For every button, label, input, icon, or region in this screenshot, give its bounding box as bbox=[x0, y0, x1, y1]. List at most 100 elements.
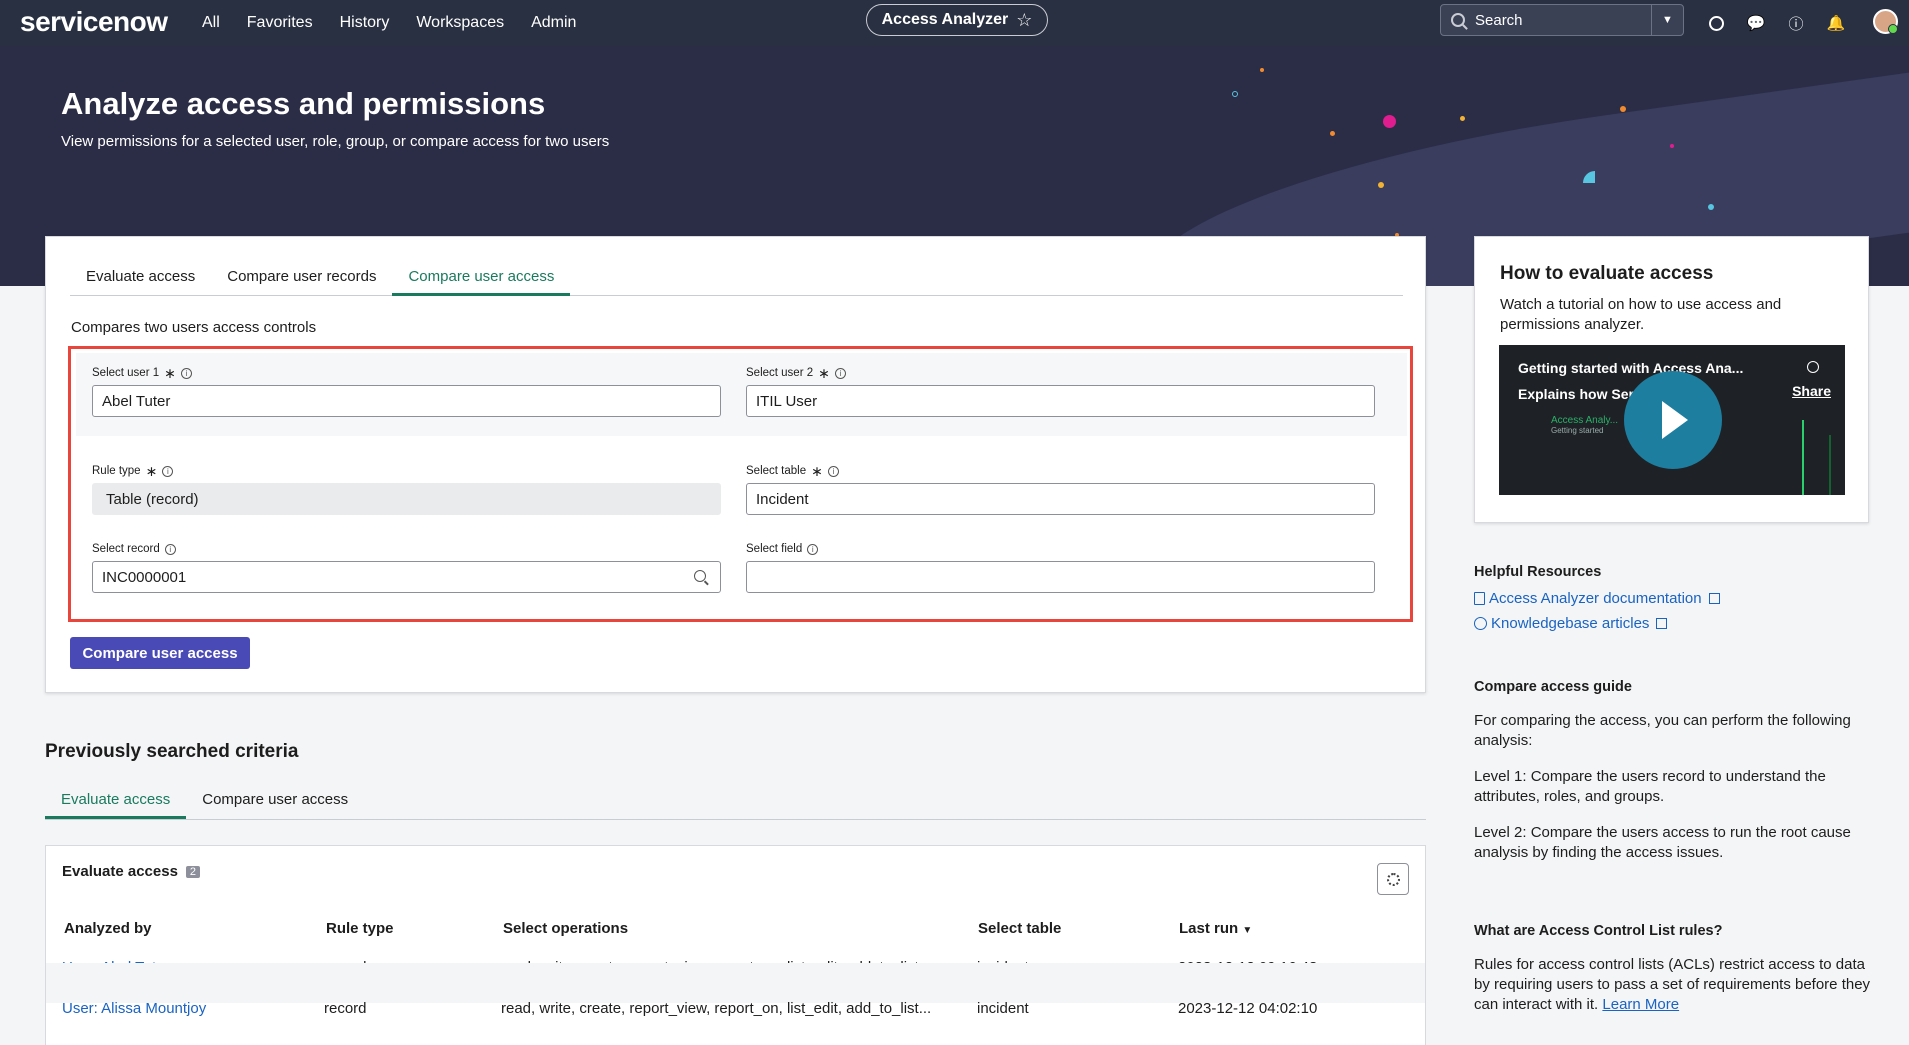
share-link[interactable]: Share bbox=[1792, 383, 1831, 399]
select-table-label: Select table bbox=[746, 465, 807, 477]
select-user1-input[interactable]: Abel Tuter bbox=[92, 385, 721, 417]
help-icon[interactable]: ⓘ bbox=[1785, 12, 1807, 34]
page-title: Analyze access and permissions bbox=[61, 86, 546, 121]
access-analyzer-doc-link[interactable]: Access Analyzer documentation bbox=[1474, 590, 1720, 607]
select-field-field: Select field i bbox=[746, 543, 1375, 593]
guide-level2: Level 2: Compare the users access to run… bbox=[1474, 824, 1851, 861]
highlighted-form-region: Select user 1 ∗ i Abel Tuter Select user 2… bbox=[68, 346, 1413, 622]
external-link-icon bbox=[1708, 593, 1720, 604]
select-user2-label: Select user 2 bbox=[746, 367, 814, 379]
tab-compare-user-records[interactable]: Compare user records bbox=[211, 263, 392, 296]
document-icon bbox=[1474, 592, 1485, 605]
table-row-2-rule-type: record bbox=[324, 1000, 367, 1017]
select-user2-field: Select user 2 ∗ i ITIL User bbox=[746, 366, 1375, 417]
info-icon[interactable]: i bbox=[162, 465, 174, 477]
table-row-2-last-run: 2023-12-12 04:02:10 bbox=[1178, 1000, 1318, 1017]
guide-level1: Level 1: Compare the users record to und… bbox=[1474, 768, 1826, 805]
tutorial-title: How to evaluate access bbox=[1500, 263, 1714, 284]
tab-prev-evaluate-access[interactable]: Evaluate access bbox=[45, 786, 187, 819]
acl-title: What are Access Control List rules? bbox=[1474, 923, 1723, 939]
column-header-rule-type[interactable]: Rule type bbox=[326, 920, 394, 937]
select-table-input[interactable]: Incident bbox=[746, 483, 1375, 515]
previous-searches-title: Previously searched criteria bbox=[45, 741, 299, 762]
helpful-resources-title: Helpful Resources bbox=[1474, 564, 1602, 580]
knowledgebase-link[interactable]: Knowledgebase articles bbox=[1474, 615, 1720, 632]
info-icon[interactable]: i bbox=[827, 465, 839, 477]
table-row bbox=[46, 963, 1425, 1003]
nav-admin[interactable]: Admin bbox=[531, 14, 576, 32]
table-row-2-analyzed-by[interactable]: User: Alissa Mountjoy bbox=[62, 1000, 206, 1017]
confetti-dot bbox=[1330, 131, 1335, 136]
tab-prev-compare-user-access[interactable]: Compare user access bbox=[186, 786, 364, 819]
app-name-chip[interactable]: Access Analyzer ☆ bbox=[866, 4, 1048, 36]
video-caption: Access Analy... bbox=[1551, 415, 1619, 426]
select-field-input[interactable] bbox=[746, 561, 1375, 593]
compare-user-access-button[interactable]: Compare user access bbox=[70, 637, 250, 669]
nav-history[interactable]: History bbox=[340, 14, 390, 32]
confetti-dot bbox=[1232, 91, 1238, 97]
global-search[interactable]: Search ▼ bbox=[1440, 4, 1684, 36]
knowledge-icon bbox=[1474, 617, 1487, 630]
tutorial-card: How to evaluate access Watch a tutorial … bbox=[1474, 236, 1869, 523]
record-search-icon[interactable] bbox=[694, 570, 706, 582]
confetti-dot bbox=[1708, 204, 1714, 210]
main-tabs: Evaluate access Compare user records Com… bbox=[70, 263, 1403, 296]
required-asterisk-icon: ∗ bbox=[164, 365, 176, 381]
rule-type-field: Rule type ∗ i Table (record) bbox=[92, 464, 721, 515]
kb-link-text: Knowledgebase articles bbox=[1491, 615, 1650, 632]
tutorial-video[interactable]: Getting started with Access Ana... Expla… bbox=[1499, 345, 1845, 495]
column-header-operations[interactable]: Select operations bbox=[503, 920, 628, 937]
user-avatar[interactable] bbox=[1873, 9, 1898, 34]
logo-text: servicenow bbox=[20, 6, 168, 37]
info-icon[interactable]: i bbox=[807, 543, 819, 555]
table-row-2-table: incident bbox=[977, 1000, 1029, 1017]
search-dropdown-button[interactable]: ▼ bbox=[1651, 5, 1683, 35]
select-user1-field: Select user 1 ∗ i Abel Tuter bbox=[92, 365, 721, 417]
nav-favorites[interactable]: Favorites bbox=[247, 14, 313, 32]
select-record-input[interactable]: INC0000001 bbox=[92, 561, 721, 593]
servicenow-logo[interactable]: servicenow bbox=[20, 6, 168, 38]
column-header-table[interactable]: Select table bbox=[978, 920, 1061, 937]
info-icon[interactable]: i bbox=[834, 367, 846, 379]
select-field-label: Select field bbox=[746, 543, 803, 555]
required-asterisk-icon: ∗ bbox=[811, 463, 823, 479]
select-user2-input[interactable]: ITIL User bbox=[746, 385, 1375, 417]
sort-desc-icon: ▼ bbox=[1242, 925, 1253, 936]
column-header-analyzed-by[interactable]: Analyzed by bbox=[64, 920, 152, 937]
last-run-label: Last run bbox=[1179, 920, 1239, 937]
rule-type-label: Rule type bbox=[92, 465, 141, 477]
tab-description: Compares two users access controls bbox=[71, 319, 317, 336]
table-row-2-operations: read, write, create, report_view, report… bbox=[501, 1000, 932, 1017]
confetti-dot bbox=[1670, 144, 1674, 148]
info-icon[interactable]: i bbox=[180, 367, 192, 379]
notifications-bell-icon[interactable]: 🔔 bbox=[1825, 12, 1847, 34]
compare-access-guide: Compare access guide For comparing the a… bbox=[1474, 679, 1879, 879]
share-icon[interactable] bbox=[1807, 361, 1819, 373]
confetti-dot bbox=[1378, 182, 1384, 188]
nav-workspaces[interactable]: Workspaces bbox=[416, 14, 504, 32]
nav-links: All Favorites History Workspaces Admin bbox=[202, 0, 603, 46]
chat-icon[interactable]: 💬 bbox=[1745, 12, 1767, 34]
table-title-row: Evaluate access 2 bbox=[62, 863, 201, 880]
info-icon[interactable]: i bbox=[164, 543, 176, 555]
learn-more-link[interactable]: Learn More bbox=[1602, 996, 1679, 1013]
count-badge: 2 bbox=[185, 865, 201, 878]
acl-info: What are Access Control List rules? Rule… bbox=[1474, 923, 1879, 1031]
tab-evaluate-access[interactable]: Evaluate access bbox=[70, 263, 211, 296]
rule-type-value: Table (record) bbox=[92, 483, 721, 515]
top-navigation-bar: servicenow All Favorites History Workspa… bbox=[0, 0, 1909, 46]
favorite-star-icon[interactable]: ☆ bbox=[1016, 10, 1032, 31]
column-header-last-run[interactable]: Last run ▼ bbox=[1179, 920, 1252, 937]
confetti-dot bbox=[1260, 68, 1264, 72]
table-settings-gear-icon[interactable] bbox=[1377, 863, 1409, 895]
search-icon bbox=[1451, 13, 1465, 27]
play-icon[interactable] bbox=[1624, 371, 1722, 469]
tab-compare-user-access[interactable]: Compare user access bbox=[392, 263, 571, 296]
guide-title: Compare access guide bbox=[1474, 679, 1632, 695]
app-name: Access Analyzer bbox=[881, 11, 1009, 28]
globe-icon[interactable] bbox=[1705, 12, 1727, 34]
tutorial-text: Watch a tutorial on how to use access an… bbox=[1500, 296, 1782, 333]
search-input[interactable]: Search bbox=[1475, 12, 1651, 29]
external-link-icon bbox=[1656, 618, 1668, 629]
nav-all[interactable]: All bbox=[202, 14, 220, 32]
